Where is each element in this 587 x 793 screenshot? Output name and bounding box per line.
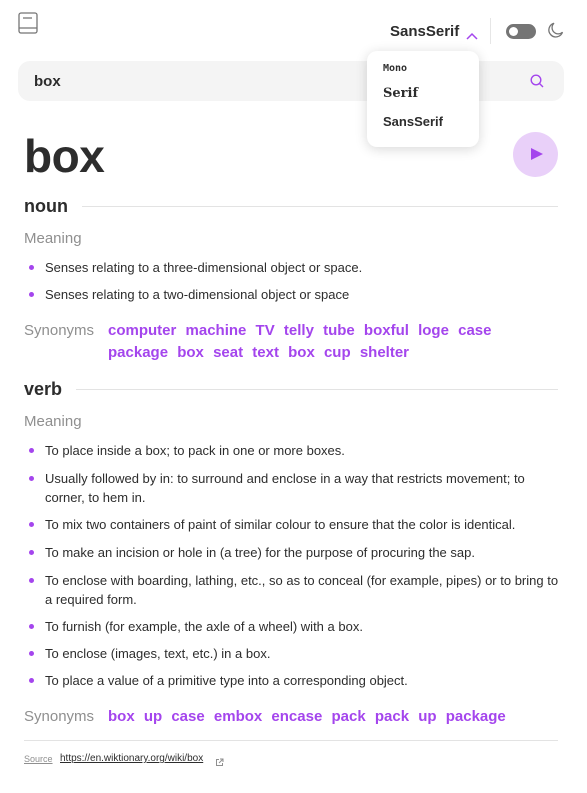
moon-icon[interactable] [547,21,565,39]
part-of-speech-label: noun [24,196,68,216]
toggle-knob [509,27,518,36]
definition-item: To mix two containers of paint of simila… [24,515,564,534]
play-icon [531,148,543,160]
synonym-link[interactable]: seat [213,344,243,361]
synonym-link[interactable]: telly [284,322,314,339]
word-title: box [24,130,105,182]
search-bar [18,61,564,101]
meaning-label: Meaning [24,230,82,247]
synonym-link[interactable]: text [252,344,279,361]
synonyms-label: Synonyms [24,708,95,725]
synonym-link[interactable]: shelter [360,344,409,361]
synonym-link[interactable]: box [288,344,315,361]
synonym-link[interactable]: TV [256,322,275,339]
font-selector[interactable]: SansSerif [390,20,478,42]
synonym-link[interactable]: package [446,708,506,725]
synonyms-label: Synonyms [24,322,95,339]
definition-item: Senses relating to a two-dimensional obj… [24,285,564,304]
external-link-icon[interactable] [215,754,224,766]
search-icon[interactable] [530,74,544,88]
synonym-link[interactable]: pack [375,708,409,725]
source-label: Source [24,754,53,764]
chevron-up-icon[interactable] [466,27,478,40]
synonym-link[interactable]: pack [331,708,365,725]
part-of-speech-label: verb [24,379,63,399]
definition-item: To enclose with boarding, lathing, etc.,… [24,571,564,609]
synonym-link[interactable]: tube [323,322,355,339]
synonym-link[interactable]: cup [324,344,351,361]
synonyms-list: box up case embox encase pack pack up pa… [108,706,560,728]
synonym-link[interactable]: up [418,708,436,725]
synonym-link[interactable]: computer [108,322,176,339]
synonym-link[interactable]: box [177,344,204,361]
font-option-sansserif[interactable]: SansSerif [383,114,443,129]
synonyms-list: computer machine TV telly tube boxful lo… [108,320,560,364]
synonym-link[interactable]: embox [214,708,262,725]
font-dropdown: Mono Serif SansSerif [367,51,479,147]
definition-item: To make an incision or hole in (a tree) … [24,543,564,562]
book-icon[interactable] [18,12,38,34]
source-link[interactable]: https://en.wiktionary.org/wiki/box [60,753,203,764]
synonym-link[interactable]: case [458,322,491,339]
meaning-label: Meaning [24,413,82,430]
divider [76,389,558,390]
synonym-link[interactable]: loge [418,322,449,339]
part-of-speech-verb: verb [24,377,558,401]
synonym-link[interactable]: case [171,708,204,725]
theme-toggle[interactable] [506,24,536,39]
definition-item: To place a value of a primitive type int… [24,671,564,690]
synonym-link[interactable]: package [108,344,168,361]
footer-divider [24,740,558,741]
definition-item: To enclose (images, text, etc.) in a box… [24,644,564,663]
synonym-link[interactable]: box [108,708,135,725]
header-divider [490,18,491,44]
definition-item: Senses relating to a three-dimensional o… [24,258,564,277]
font-option-mono[interactable]: Mono [383,63,407,74]
definition-item: To furnish (for example, the axle of a w… [24,617,564,636]
definition-item: To place inside a box; to pack in one or… [24,441,564,460]
divider [82,206,558,207]
synonym-link[interactable]: up [144,708,162,725]
font-option-serif[interactable]: Serif [383,86,418,101]
part-of-speech-noun: noun [24,194,558,218]
definition-item: Usually followed by in: to surround and … [24,469,564,507]
play-audio-button[interactable] [513,132,558,177]
header: SansSerif [0,0,587,60]
synonym-link[interactable]: boxful [364,322,409,339]
synonym-link[interactable]: machine [186,322,247,339]
synonym-link[interactable]: encase [271,708,322,725]
font-selector-label[interactable]: SansSerif [390,23,459,40]
